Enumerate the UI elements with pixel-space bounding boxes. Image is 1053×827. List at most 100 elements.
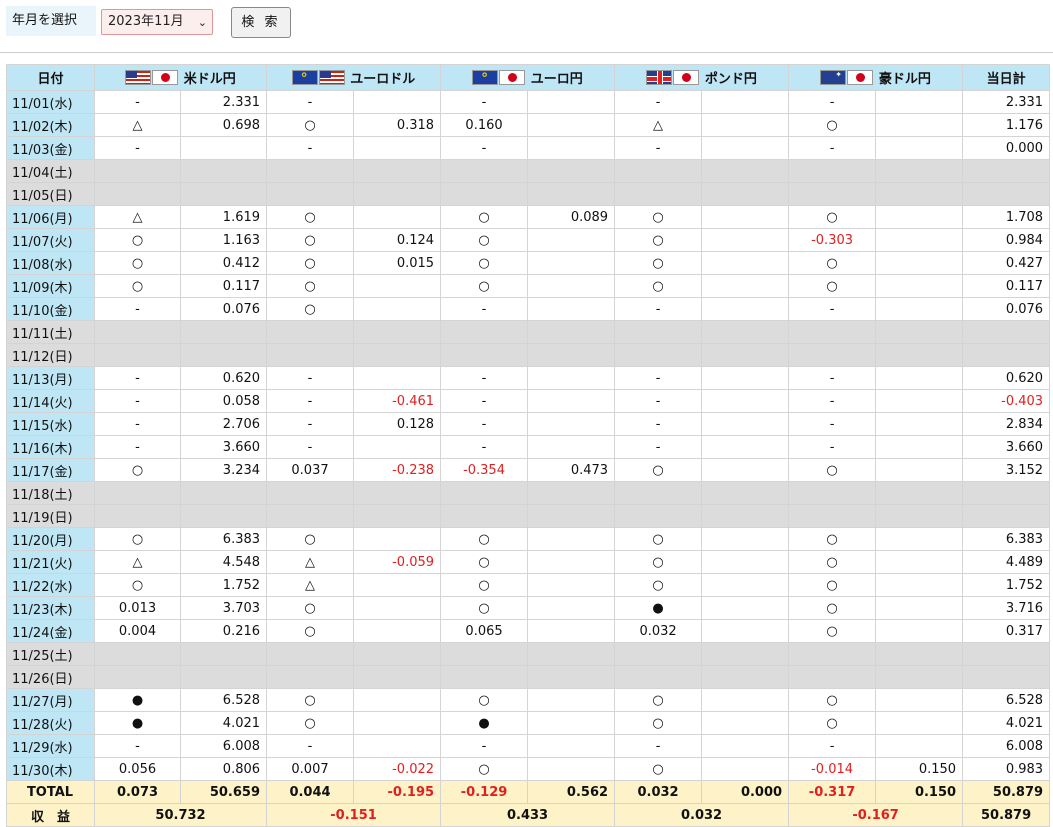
table-cell: 4.021: [962, 711, 1051, 735]
date-cell: 11/30(木): [6, 757, 95, 781]
table-cell: ○: [788, 205, 877, 229]
table-cell: [527, 366, 616, 390]
table-cell: ○: [788, 711, 877, 735]
table-cell: -: [788, 90, 877, 114]
table-cell: 0.150: [875, 757, 964, 781]
table-row: 11/01(水) -2.331- - - -2.331: [6, 90, 1051, 114]
table-cell: ○: [788, 274, 877, 298]
table-cell: [179, 320, 268, 344]
table-cell: [788, 182, 877, 206]
table-cell: [962, 159, 1051, 183]
table-cell: ○: [266, 619, 355, 643]
table-cell: [527, 412, 616, 436]
table-cell: -: [614, 389, 703, 413]
table-cell: [875, 550, 964, 574]
table-cell: [788, 642, 877, 666]
table-cell: [353, 159, 442, 183]
table-cell: [614, 481, 703, 505]
table-cell: -: [614, 366, 703, 390]
month-select[interactable]: 2023年11月 ⌄: [101, 9, 213, 35]
table-cell: [353, 665, 442, 689]
table-cell: 0.806: [179, 757, 268, 781]
table-cell: [179, 182, 268, 206]
table-cell: [875, 205, 964, 229]
table-cell: ○: [266, 251, 355, 275]
table-cell: △: [614, 113, 703, 137]
search-button[interactable]: 検 索: [231, 7, 291, 38]
table-cell: [94, 642, 181, 666]
table-cell: ○: [614, 458, 703, 482]
table-cell: [353, 688, 442, 712]
profit-cell: 50.732: [93, 803, 268, 827]
search-bar: 年月を選択 2023年11月 ⌄ 検 索: [0, 0, 1053, 53]
table-cell: -: [440, 90, 529, 114]
table-cell: -: [94, 297, 181, 321]
date-cell: 11/20(月): [6, 527, 95, 551]
table-cell: 0.128: [353, 412, 442, 436]
table-cell: -: [94, 136, 181, 160]
table-cell: 0.032: [614, 619, 703, 643]
table-row: 11/22(水) ○ 1.752 △ ○ ○ ○ 1.752: [6, 573, 1051, 597]
table-cell: 1.752: [179, 573, 268, 597]
table-cell: [353, 205, 442, 229]
table-cell: [875, 90, 964, 114]
date-cell: 11/06(月): [6, 205, 95, 229]
table-cell: [527, 619, 616, 643]
table-cell: [527, 734, 616, 758]
table-cell: [875, 596, 964, 620]
date-cell: 11/21(火): [6, 550, 95, 574]
table-cell: -: [788, 366, 877, 390]
table-cell: [353, 136, 442, 160]
date-cell: 11/03(金): [6, 136, 95, 160]
table-cell: ○: [440, 688, 529, 712]
table-row: 11/25(土): [6, 642, 1051, 666]
table-cell: -: [614, 734, 703, 758]
total-cell: 0.150: [875, 780, 964, 804]
table-cell: [614, 159, 703, 183]
table-cell: -: [440, 734, 529, 758]
table-cell: [788, 481, 877, 505]
date-cell: 11/18(土): [6, 481, 95, 505]
table-cell: [788, 320, 877, 344]
table-cell: [179, 665, 268, 689]
table-cell: [701, 113, 790, 137]
table-cell: [527, 665, 616, 689]
date-cell: 11/27(月): [6, 688, 95, 712]
table-cell: [527, 481, 616, 505]
table-cell: 6.528: [179, 688, 268, 712]
table-cell: ○: [614, 550, 703, 574]
table-cell: ●: [440, 711, 529, 735]
date-cell: 11/04(土): [6, 159, 95, 183]
total-cell: 0.000: [701, 780, 790, 804]
table-cell: 6.383: [962, 527, 1051, 551]
table-cell: 0.007: [266, 757, 355, 781]
table-cell: 0.698: [179, 113, 268, 137]
table-cell: 0.412: [179, 251, 268, 275]
table-cell: ○: [614, 251, 703, 275]
table-row: 11/06(月) △ 1.619 ○ ○ 0.089 ○ ○ 1.708: [6, 205, 1051, 229]
table-cell: [701, 182, 790, 206]
table-cell: [875, 274, 964, 298]
table-cell: [875, 320, 964, 344]
table-cell: [353, 481, 442, 505]
table-row: 11/15(水) -2.706-0.128- - -2.834: [6, 412, 1051, 436]
table-cell: 4.489: [962, 550, 1051, 574]
table-cell: [266, 159, 355, 183]
table-row: 11/05(日): [6, 182, 1051, 206]
table-cell: 4.548: [179, 550, 268, 574]
table-cell: ○: [440, 205, 529, 229]
table-cell: 2.834: [962, 412, 1051, 436]
table-cell: 0.089: [527, 205, 616, 229]
table-cell: -: [788, 412, 877, 436]
table-cell: [614, 343, 703, 367]
table-cell: 0.015: [353, 251, 442, 275]
table-cell: [875, 412, 964, 436]
date-cell: 11/29(水): [6, 734, 95, 758]
table-cell: [266, 642, 355, 666]
table-cell: [94, 481, 181, 505]
table-cell: -: [266, 412, 355, 436]
table-cell: [353, 527, 442, 551]
table-cell: [440, 481, 529, 505]
table-cell: [701, 297, 790, 321]
gb-flag-icon: [646, 70, 673, 85]
